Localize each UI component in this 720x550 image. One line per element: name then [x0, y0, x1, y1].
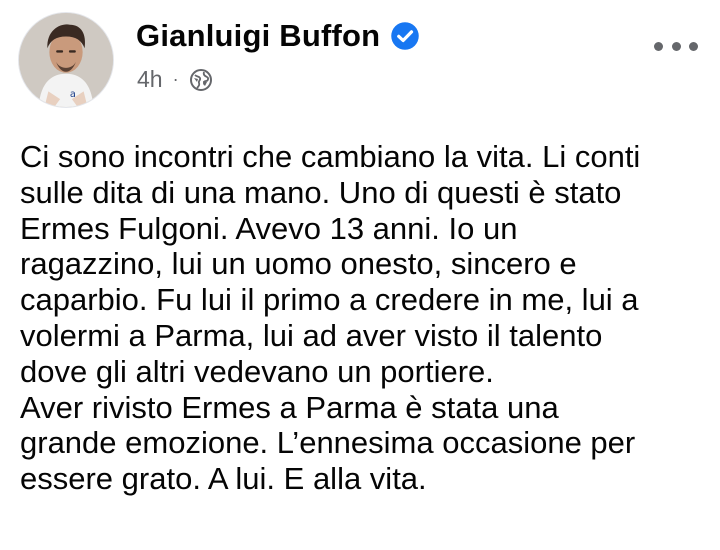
more-dot	[654, 41, 663, 51]
post-text-line: essere grato. A lui. E alla vita.	[20, 461, 427, 497]
more-options-icon[interactable]	[654, 34, 698, 58]
profile-photo: a	[19, 13, 113, 107]
post-text-line: dove gli altri vedevano un portiere.	[20, 353, 494, 389]
post-text-line: volermi a Parma, lui ad aver visto il ta…	[20, 317, 603, 353]
post-text-line: Aver rivisto Ermes a Parma è stata una	[20, 389, 559, 425]
globe-icon[interactable]	[189, 68, 213, 92]
post-text-line: caparbio. Fu lui il primo a credere in m…	[20, 282, 639, 318]
more-dot	[671, 41, 681, 51]
post-text: Ci sono incontri che cambiano la vita. L…	[20, 139, 710, 497]
verified-badge-icon	[390, 21, 420, 51]
post-text-line: grande emozione. L’ennesima occasione pe…	[20, 425, 636, 461]
post-meta: 4h ·	[137, 66, 213, 93]
post-text-line: sulle dita di una mano. Uno di questi è …	[20, 174, 622, 210]
more-dot	[689, 41, 698, 51]
post-timestamp[interactable]: 4h	[137, 66, 163, 93]
svg-text:a: a	[70, 89, 76, 100]
post-text-line: Ci sono incontri che cambiano la vita. L…	[20, 139, 641, 174]
post-text-line: ragazzino, lui un uomo onesto, sincero e	[20, 246, 577, 282]
author-row: Gianluigi Buffon	[136, 18, 420, 54]
avatar[interactable]: a	[18, 12, 114, 108]
meta-separator: ·	[172, 69, 179, 89]
post-header: a Gianluigi Buffon 4h ·	[18, 12, 702, 108]
author-name[interactable]: Gianluigi Buffon	[136, 18, 380, 54]
post-text-line: Ermes Fulgoni. Avevo 13 anni. Io un	[20, 210, 518, 246]
